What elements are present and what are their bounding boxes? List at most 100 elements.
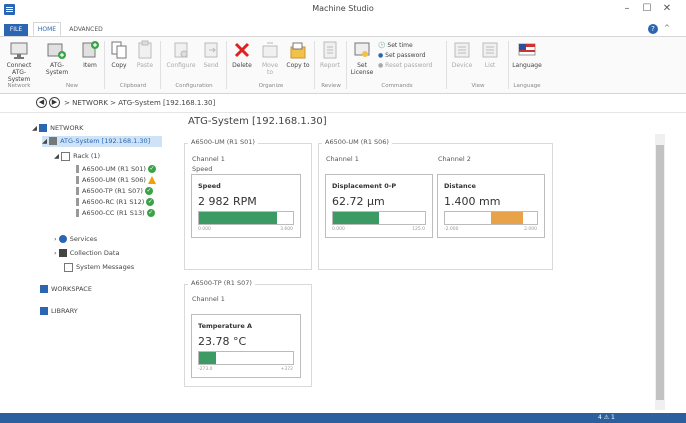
tree-module-s01[interactable]: A6500-UM (R1 S01) ✓	[76, 164, 157, 175]
tab-file[interactable]: FILE	[4, 24, 28, 36]
copy-to-icon	[288, 40, 308, 60]
card-bar	[198, 351, 294, 365]
card-value: 62.72 µm	[332, 195, 385, 208]
collapse-ribbon-icon[interactable]: ^	[664, 24, 670, 32]
module-label: A6500-UM (R1 S01)	[82, 165, 146, 173]
maximize-button[interactable]: ☐	[640, 2, 654, 16]
panel-s06-title: A6500-UM (R1 S06)	[322, 138, 392, 146]
set-license-button[interactable]: Set License	[350, 40, 374, 76]
report-button[interactable]: Report	[318, 40, 342, 69]
copy-button[interactable]: Copy	[108, 40, 130, 69]
tree-services[interactable]: › Services	[54, 234, 97, 245]
ribbon-separator	[226, 41, 227, 89]
set-password-button[interactable]: ● Set password	[378, 51, 432, 61]
tree-network-label: NETWORK	[50, 124, 84, 132]
copy-to-button[interactable]: Copy to	[286, 40, 310, 69]
card-speed[interactable]: Speed 2 982 RPM 0.000 3.600	[191, 174, 301, 238]
expand-icon: ◢	[32, 124, 37, 132]
library-icon	[40, 307, 48, 315]
copy-to-label: Copy to	[286, 62, 310, 69]
flag-icon	[517, 40, 537, 60]
breadcrumb[interactable]: > NETWORK > ATG-System [192.168.1.30]	[64, 97, 664, 109]
panel-s06-channel2: Channel 2	[438, 155, 471, 163]
device-icon	[452, 40, 472, 60]
module-icon	[76, 187, 79, 195]
content-title: ATG-System [192.168.1.30]	[188, 116, 327, 127]
atg-system-label: ATG-System	[45, 62, 69, 76]
reset-password-button[interactable]: ● Reset password	[378, 61, 432, 71]
atg-system-button[interactable]: ATG-System	[40, 40, 74, 76]
tree-module-s13[interactable]: A6500-CC (R1 S13) ✓	[76, 208, 156, 219]
card-distance[interactable]: Distance 1.400 mm -2.000 2.000	[437, 174, 545, 238]
scale-min: 0.000	[198, 227, 211, 232]
group-new: New	[66, 83, 78, 89]
item-label: Item	[83, 62, 97, 69]
delete-button[interactable]: Delete	[230, 40, 254, 69]
paste-button[interactable]: Paste	[134, 40, 156, 69]
device-view-button[interactable]: Device	[450, 40, 474, 69]
scale-min: -2.000	[444, 227, 459, 232]
ribbon-separator	[314, 41, 315, 89]
set-license-label: Set License	[350, 62, 374, 76]
configure-button[interactable]: Configure	[164, 40, 198, 69]
copy-icon	[109, 40, 129, 60]
close-button[interactable]: ✕	[660, 2, 674, 16]
ribbon-separator	[104, 41, 105, 89]
panel-s06-channel1: Channel 1	[326, 155, 359, 163]
ok-icon: ✓	[148, 165, 157, 173]
card-value: 1.400 mm	[444, 195, 501, 208]
forward-button[interactable]: ▶	[49, 97, 60, 108]
scale-max: 3.600	[280, 227, 293, 232]
tree-system-messages-label: System Messages	[76, 263, 135, 271]
tree-module-s07[interactable]: A6500-TP (R1 S07) ✓	[76, 186, 156, 197]
item-button[interactable]: Item	[78, 40, 102, 69]
help-icon[interactable]: ?	[648, 24, 658, 34]
tree-library[interactable]: LIBRARY	[40, 306, 78, 317]
module-icon	[76, 165, 79, 173]
move-to-button[interactable]: Move to	[258, 40, 282, 76]
list-view-button[interactable]: List	[478, 40, 502, 69]
delete-label: Delete	[232, 62, 252, 69]
card-displacement[interactable]: Displacement 0-P 62.72 µm 0.000 125.0	[325, 174, 433, 238]
panel-s01-channel: Channel 1	[192, 155, 225, 163]
tree-atg-system[interactable]: ◢ ATG-System [192.168.1.30]	[42, 136, 162, 147]
tree-rack[interactable]: ◢ Rack (1)	[54, 151, 100, 162]
tree-workspace-label: WORKSPACE	[51, 285, 92, 293]
set-time-button[interactable]: 🕒 Set time	[378, 41, 432, 51]
workspace-icon	[40, 285, 48, 293]
group-organize: Organize	[258, 83, 284, 89]
tree-module-s12[interactable]: A6500-RC (R1 S12) ✓	[76, 197, 156, 208]
group-network: Network	[7, 83, 31, 89]
module-icon	[76, 176, 79, 184]
tree-library-label: LIBRARY	[51, 307, 78, 315]
minimize-button[interactable]: –	[620, 2, 634, 16]
panel-s01-sub: Speed	[192, 165, 213, 173]
panel-s07-channel: Channel 1	[192, 295, 225, 303]
tree-workspace[interactable]: WORKSPACE	[40, 284, 92, 295]
tree-system-messages[interactable]: System Messages	[64, 262, 134, 273]
tree-collection-data-label: Collection Data	[69, 249, 120, 257]
tab-advanced[interactable]: ADVANCED	[66, 24, 106, 36]
tree-module-s06[interactable]: A6500-UM (R1 S06)	[76, 175, 157, 186]
back-button[interactable]: ◀	[36, 97, 47, 108]
bar-fill	[333, 212, 379, 224]
connect-button[interactable]: Connect ATG-System	[2, 40, 36, 83]
module-icon	[76, 209, 79, 217]
language-button[interactable]: Language	[512, 40, 542, 69]
panel-s07-title: A6500-TP (R1 S07)	[188, 279, 255, 287]
reset-user-icon: ●	[378, 62, 384, 69]
connect-label: Connect ATG-System	[6, 62, 32, 83]
expand-icon: ◢	[42, 137, 47, 145]
card-temperature[interactable]: Temperature A 23.78 °C -273.0 +372	[191, 314, 301, 378]
tree-network[interactable]: ◢ NETWORK	[32, 123, 83, 134]
module-list: A6500-UM (R1 S01) ✓ A6500-UM (R1 S06) A6…	[76, 164, 157, 219]
add-system-icon	[47, 40, 67, 60]
tree-collection-data[interactable]: › Collection Data	[54, 248, 119, 259]
tree-services-label: Services	[69, 235, 98, 243]
list-icon	[480, 40, 500, 60]
tab-home[interactable]: HOME	[33, 22, 61, 36]
module-label: A6500-CC (R1 S13)	[82, 209, 145, 217]
send-button[interactable]: Send	[200, 40, 222, 69]
report-label: Report	[320, 62, 340, 69]
scrollbar-thumb[interactable]	[656, 145, 664, 400]
